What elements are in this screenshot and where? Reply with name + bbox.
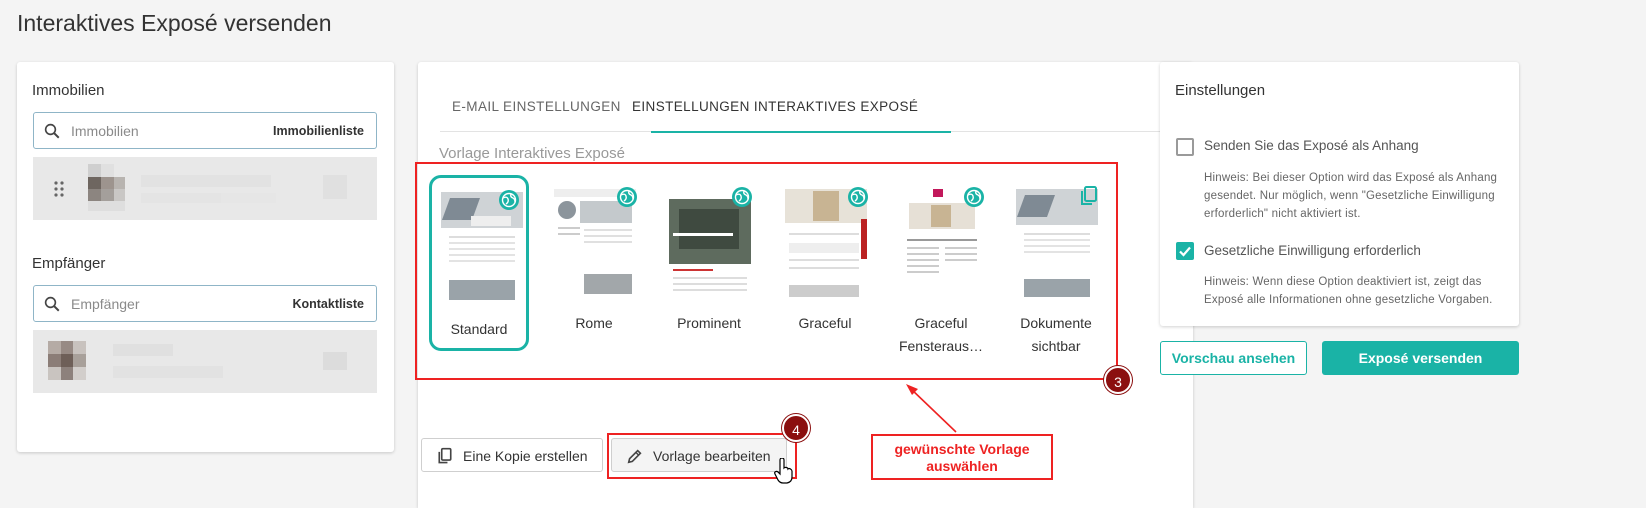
copy-icon	[438, 447, 452, 464]
search-icon	[44, 123, 60, 139]
drag-handle-icon[interactable]	[53, 181, 65, 197]
immobilien-label: Immobilien	[32, 82, 105, 99]
tab-bar: E-MAIL EINSTELLUNGEN EINSTELLUNGEN INTER…	[440, 88, 1171, 133]
consent-hint: Hinweis: Wenn diese Option deaktiviert i…	[1204, 273, 1493, 309]
hint-line: Hinweis: Wenn diese Option deaktiviert i…	[1204, 276, 1482, 288]
empfaenger-placeholder: Empfänger	[71, 296, 140, 312]
kontaktliste-link[interactable]: Kontaktliste	[292, 297, 364, 311]
hint-line: Hinweis: Bei dieser Option wird das Expo…	[1204, 172, 1498, 184]
hint-line: Exposé alle Informationen ohne gesetzlic…	[1204, 294, 1493, 306]
step-badge-3: 3	[1104, 366, 1132, 394]
active-tab-indicator	[651, 131, 951, 133]
tab-email-settings[interactable]: E-MAIL EINSTELLUNGEN	[452, 99, 621, 114]
selected-property-item[interactable]	[33, 157, 377, 220]
send-expose-button[interactable]: Exposé versenden	[1322, 341, 1519, 375]
page-title: Interaktives Exposé versenden	[17, 10, 332, 36]
step-badge-4: 4	[782, 414, 810, 442]
hint-line: gesendet. Nur möglich, wenn "Gesetzliche…	[1204, 190, 1495, 202]
create-copy-label: Eine Kopie erstellen	[463, 448, 588, 464]
create-copy-button[interactable]: Eine Kopie erstellen	[421, 438, 603, 472]
empfaenger-search-input[interactable]: Empfänger Kontaktliste	[33, 285, 377, 322]
attachment-option-label: Senden Sie das Exposé als Anhang	[1204, 138, 1419, 153]
empfaenger-label: Empfänger	[32, 255, 106, 272]
immobilien-search-input[interactable]: Immobilien Immobilienliste	[33, 112, 377, 149]
settings-card: Einstellungen Senden Sie das Exposé als …	[1160, 62, 1519, 326]
annotation-line1: gewünschte Vorlage	[894, 441, 1030, 457]
hint-line: erforderlich" nicht aktiviert ist.	[1204, 208, 1361, 220]
hand-cursor-icon	[774, 458, 793, 484]
immobilienliste-link[interactable]: Immobilienliste	[273, 124, 364, 138]
search-icon	[44, 296, 60, 312]
annotation-note: gewünschte Vorlage auswählen	[871, 434, 1053, 480]
edit-button-highlight	[607, 433, 797, 479]
tab-interactive-expose-settings[interactable]: EINSTELLUNGEN INTERAKTIVES EXPOSÉ	[632, 99, 918, 114]
consent-option-label: Gesetzliche Einwilligung erforderlich	[1204, 243, 1421, 258]
property-recipient-card: Immobilien Immobilien Immobilienliste Em…	[17, 62, 394, 452]
template-section-label: Vorlage Interaktives Exposé	[439, 145, 625, 162]
checkmark-icon	[1179, 246, 1191, 257]
template-selection-highlight	[415, 162, 1118, 380]
annotation-line2: auswählen	[926, 458, 998, 474]
settings-title: Einstellungen	[1175, 82, 1266, 99]
annotation-arrow	[906, 384, 957, 433]
immobilien-placeholder: Immobilien	[71, 123, 139, 139]
attachment-checkbox[interactable]	[1176, 138, 1194, 156]
selected-recipient-item[interactable]	[33, 330, 377, 393]
consent-checkbox[interactable]	[1176, 242, 1194, 260]
preview-button[interactable]: Vorschau ansehen	[1160, 341, 1307, 375]
attachment-hint: Hinweis: Bei dieser Option wird das Expo…	[1204, 169, 1497, 223]
